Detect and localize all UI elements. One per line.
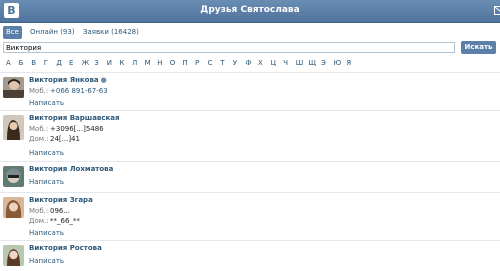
write-message-link[interactable]: Написать [29,99,64,107]
write-message-link[interactable]: Написать [29,178,64,186]
alphabet-letter[interactable]: О [170,59,176,67]
online-indicator: ● [100,76,107,84]
alphabet-letter[interactable]: Д [56,59,61,67]
home-label: Дом.: [29,217,49,225]
alphabet-letter[interactable]: Щ [308,59,316,67]
friend-row: Виктория Варшавская Моб.: +3096[...]5486… [0,113,500,161]
alphabet-letter[interactable]: Ю [334,59,342,67]
tab-all[interactable]: Все [3,26,22,39]
friend-name[interactable]: Виктория Ростова [29,244,102,252]
alphabet-letter[interactable]: Н [157,59,162,67]
divider [0,72,500,73]
divider [0,110,500,111]
friend-row: Виктория Янкова ● Моб.: +066 891-67-63 На… [0,75,500,110]
friend-row: Виктория Згара Моб.: 096... Дом.: **_66_… [0,195,500,240]
write-message-link[interactable]: Написать [29,149,64,157]
divider [0,240,500,241]
alphabet-letter[interactable]: В [31,59,36,67]
write-message-link[interactable]: Написать [29,257,64,265]
alphabet-letter[interactable]: Ш [296,59,304,67]
alphabet-letter[interactable]: Б [19,59,24,67]
alphabet-letter[interactable]: У [233,59,237,67]
mobile-label: Моб.: [29,207,49,215]
avatar[interactable] [3,115,24,140]
avatar[interactable] [3,197,24,218]
alphabet-letter[interactable]: Ж [82,59,90,67]
alphabet-letter[interactable]: П [182,59,187,67]
friend-name[interactable]: Виктория Згара [29,196,93,204]
home-number: 24[...]41 [50,135,80,143]
mobile-label: Моб.: [29,87,49,95]
write-message-link[interactable]: Написать [29,229,64,237]
mobile-label: Моб.: [29,125,49,133]
friend-name[interactable]: Виктория Янкова ● [29,76,107,84]
friend-name[interactable]: Виктория Лохматова [29,165,113,173]
alphabet-letter[interactable]: Я [346,59,351,67]
alphabet-letter[interactable]: Э [321,59,326,67]
alphabet-letter[interactable]: Г [44,59,48,67]
avatar[interactable] [3,166,24,187]
avatar[interactable] [3,245,24,266]
mobile-number[interactable]: +066 891-67-63 [50,87,108,95]
alphabet-letter[interactable]: К [119,59,124,67]
divider [0,192,500,193]
home-label: Дом.: [29,135,49,143]
mobile-number: 096... [50,207,71,215]
tab-requests[interactable]: Заявки (16428) [80,26,142,39]
alphabet-letter[interactable]: И [107,59,112,67]
alphabet-letter[interactable]: Х [258,59,263,67]
alphabet-letter[interactable]: М [145,59,151,67]
divider [0,161,500,162]
friend-name[interactable]: Виктория Варшавская [29,114,119,122]
home-number: **_66_** [50,217,80,225]
envelope-icon [494,6,500,15]
search-input[interactable] [3,42,455,53]
alphabet-letter[interactable]: А [6,59,11,67]
friend-row: Виктория Ростова Написать [0,243,500,270]
alphabet-letter[interactable]: Т [220,59,224,67]
alphabet-letter[interactable]: Е [69,59,73,67]
header-bar: В Друзья Святослава 324 [0,0,500,23]
search-button[interactable]: Искать [461,41,496,54]
alphabet-letter[interactable]: Ф [245,59,251,67]
alphabet-letter[interactable]: Ч [283,59,288,67]
alphabet-letter[interactable]: Ц [271,59,276,67]
alphabet-letter[interactable]: С [208,59,213,67]
friend-row: Виктория Лохматова Написать [0,164,500,192]
avatar[interactable] [3,77,24,98]
alphabet-letter[interactable]: Р [195,59,199,67]
tab-online[interactable]: Онлайн (93) [27,26,78,39]
mobile-number: +3096[...]5486 [50,125,104,133]
page-title: Друзья Святослава [200,5,300,15]
alphabet-letter[interactable]: З [94,59,99,67]
alphabet-letter[interactable]: Л [132,59,137,67]
